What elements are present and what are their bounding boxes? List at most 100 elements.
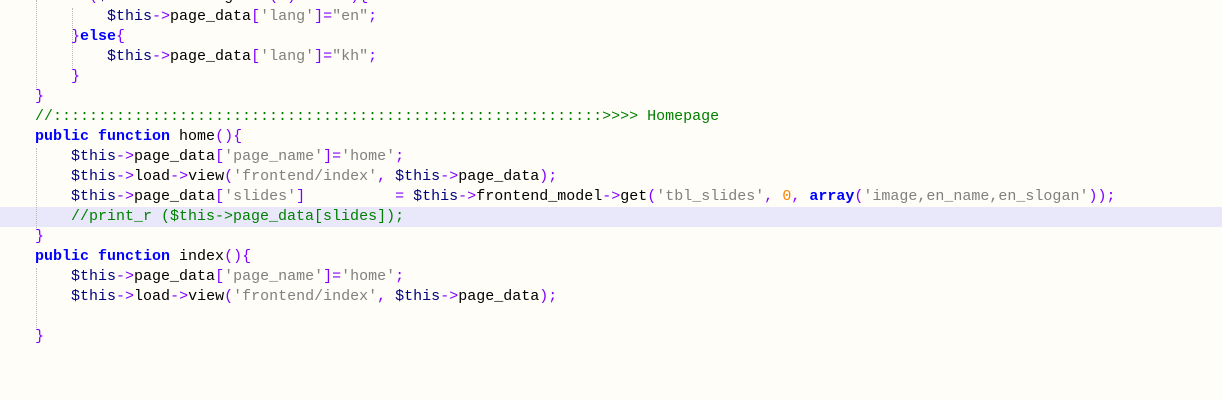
token-operator: , <box>377 288 387 305</box>
indent-guide <box>36 148 37 228</box>
token-operator: ( <box>224 168 234 185</box>
token-variable: $this <box>71 268 117 285</box>
token-string-literal: "en" <box>314 0 350 5</box>
token-identifier <box>773 188 782 205</box>
token-string-literal: 'frontend/index' <box>233 168 378 185</box>
token-operator: ]= <box>323 148 342 165</box>
token-string-literal: 'lang' <box>260 8 315 25</box>
code-text: public function home(){ <box>35 127 242 147</box>
token-operator: -> <box>188 0 206 5</box>
token-identifier: page_data <box>170 8 252 25</box>
token-comment: //::::::::::::::::::::::::::::::::::::::… <box>35 108 720 125</box>
code-line[interactable]: $this->page_data['slides'] = $this->fron… <box>0 187 1222 207</box>
token-operator: )== <box>287 0 314 5</box>
token-identifier: segment <box>206 0 269 5</box>
token-operator: = <box>395 188 405 205</box>
token-identifier <box>35 148 71 165</box>
token-identifier: page_data <box>170 48 252 65</box>
code-line[interactable]: if($this->uri->segment(1)=="en"){ <box>0 0 1222 7</box>
token-variable: $this <box>395 168 441 185</box>
code-line[interactable] <box>0 307 1222 327</box>
token-identifier: view <box>188 168 225 185</box>
token-operator: , <box>791 188 801 205</box>
indent-guide <box>72 8 73 68</box>
token-keyword: public <box>35 248 90 265</box>
token-comment: //print_r ($this->page_data[slides]); <box>71 208 405 225</box>
token-operator: ; <box>368 48 378 65</box>
token-identifier: load <box>134 168 171 185</box>
code-line[interactable]: $this->page_data['page_name']='home'; <box>0 147 1222 167</box>
token-operator: ); <box>539 168 558 185</box>
code-text: $this->page_data['page_name']='home'; <box>35 147 404 167</box>
code-line[interactable]: $this->load->view('frontend/index', $thi… <box>0 287 1222 307</box>
token-string-literal: 'home' <box>341 148 396 165</box>
token-operator: (){ <box>215 128 243 145</box>
token-variable: $this <box>395 288 441 305</box>
code-line[interactable]: public function home(){ <box>0 127 1222 147</box>
token-operator: } <box>35 328 45 345</box>
token-operator: -> <box>116 168 135 185</box>
token-string-literal: 'lang' <box>260 48 315 65</box>
token-identifier: page_data <box>134 148 216 165</box>
token-string-literal: 'home' <box>341 268 396 285</box>
token-operator: [ <box>215 188 225 205</box>
code-text: }else{ <box>35 27 125 47</box>
token-operator: -> <box>170 288 189 305</box>
code-text: $this->load->view('frontend/index', $thi… <box>35 287 557 307</box>
code-line[interactable]: } <box>0 327 1222 347</box>
token-keyword: function <box>98 128 171 145</box>
code-line[interactable]: } <box>0 87 1222 107</box>
token-identifier <box>35 0 71 5</box>
code-line[interactable]: $this->page_data['page_name']='home'; <box>0 267 1222 287</box>
token-identifier <box>35 268 71 285</box>
token-operator: ]= <box>323 268 342 285</box>
token-operator: -> <box>116 148 135 165</box>
token-identifier <box>35 68 71 85</box>
token-operator: ]= <box>314 48 333 65</box>
token-identifier: page_data <box>134 188 216 205</box>
token-variable: $this <box>107 48 153 65</box>
code-text: } <box>35 87 44 107</box>
token-operator: , <box>764 188 774 205</box>
code-line[interactable]: $this->page_data['lang']="kh"; <box>0 47 1222 67</box>
token-operator: [ <box>251 48 261 65</box>
token-variable: $this <box>71 188 117 205</box>
code-line[interactable]: } <box>0 227 1222 247</box>
token-variable: $this <box>71 148 117 165</box>
token-operator: ; <box>395 268 405 285</box>
code-line-current[interactable]: //print_r ($this->page_data[slides]); <box>0 207 1222 227</box>
token-operator: ; <box>368 8 378 25</box>
code-text: //print_r ($this->page_data[slides]); <box>35 207 404 227</box>
token-operator: [ <box>215 148 225 165</box>
token-variable: $this <box>71 288 117 305</box>
indent-guide <box>36 0 37 88</box>
token-string-literal: 'slides' <box>224 188 297 205</box>
token-identifier: view <box>188 288 225 305</box>
token-variable: $this <box>107 8 153 25</box>
code-text: } <box>35 327 44 347</box>
token-string-literal: "kh" <box>332 48 369 65</box>
token-operator: -> <box>602 188 621 205</box>
code-text: } <box>35 67 80 87</box>
token-string-literal: 'frontend/index' <box>233 288 378 305</box>
code-line[interactable]: $this->page_data['lang']="en"; <box>0 7 1222 27</box>
token-keyword: else <box>80 28 117 45</box>
code-text: } <box>35 227 44 247</box>
code-text: $this->page_data['lang']="en"; <box>35 7 377 27</box>
code-line[interactable]: }else{ <box>0 27 1222 47</box>
code-line[interactable]: public function index(){ <box>0 247 1222 267</box>
token-variable: $this <box>71 168 117 185</box>
token-identifier: get <box>620 188 648 205</box>
code-text: $this->load->view('frontend/index', $thi… <box>35 167 557 187</box>
token-identifier <box>305 188 395 205</box>
token-identifier <box>386 168 395 185</box>
code-line[interactable]: } <box>0 67 1222 87</box>
token-identifier: uri <box>161 0 188 5</box>
token-operator: ( <box>89 0 98 5</box>
token-number-literal: 1 <box>278 0 287 5</box>
token-operator: (){ <box>224 248 252 265</box>
code-line[interactable]: $this->load->view('frontend/index', $thi… <box>0 167 1222 187</box>
token-string-literal: "en" <box>332 8 369 25</box>
code-line[interactable]: //::::::::::::::::::::::::::::::::::::::… <box>0 107 1222 127</box>
code-text: $this->page_data['lang']="kh"; <box>35 47 377 67</box>
